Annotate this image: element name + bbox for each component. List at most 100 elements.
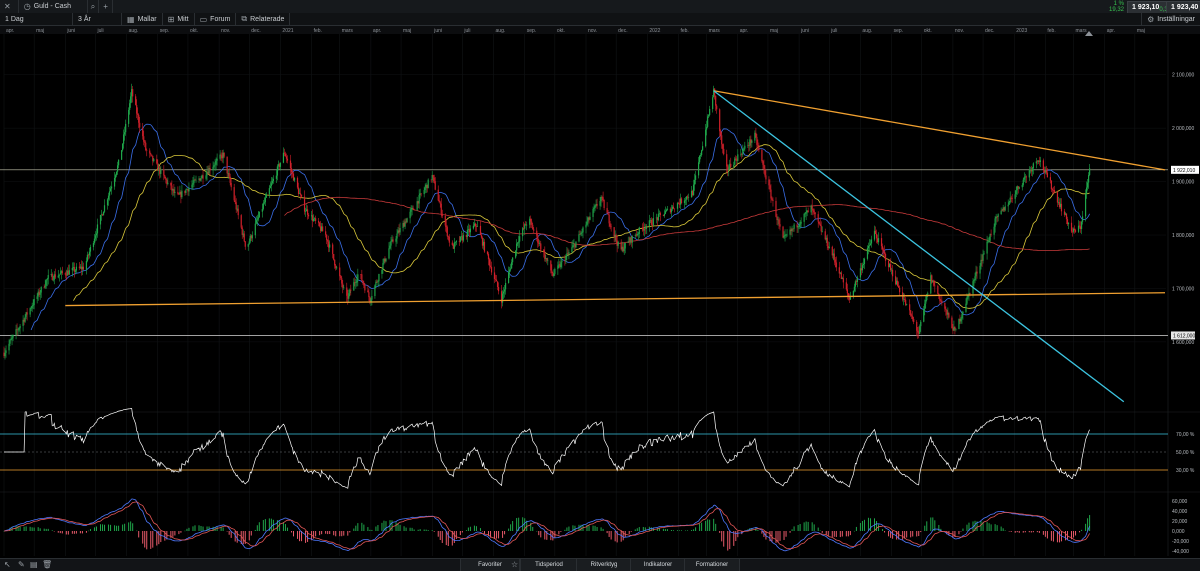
macd-histogram-bar — [222, 527, 224, 531]
candle-body — [209, 168, 211, 171]
macd-histogram-bar — [423, 529, 425, 531]
candle-body — [413, 209, 415, 211]
macd-histogram-bar — [676, 530, 678, 531]
candle-body — [466, 229, 468, 237]
candle-body — [341, 278, 343, 284]
symbol-selector[interactable]: ◷ Guld - Cash — [19, 0, 88, 13]
candle-body — [944, 303, 946, 309]
candle-body — [340, 276, 342, 279]
range-label: 3 År — [78, 15, 91, 23]
candle-body — [138, 114, 140, 123]
candle-body — [440, 203, 442, 214]
pen-icon[interactable]: ✎ — [18, 559, 25, 571]
trash-icon[interactable]: 🗑 — [42, 559, 52, 571]
candle-body — [934, 285, 936, 287]
settings-button[interactable]: ⚙ Inställningar — [1141, 13, 1200, 25]
macd-histogram-bar — [290, 531, 292, 533]
indicators-button[interactable]: Indikatorer — [630, 559, 686, 571]
candle-body — [40, 287, 42, 293]
candle-body — [448, 236, 450, 243]
candle-body — [1032, 163, 1034, 169]
macd-histogram-bar — [797, 525, 799, 531]
macd-histogram-bar — [544, 531, 546, 540]
interval-selector[interactable]: 1 Dag — [0, 13, 73, 25]
templates-button[interactable]: ▦ Mallar — [122, 13, 163, 25]
candle-body — [1021, 184, 1023, 188]
candle-body — [8, 343, 10, 351]
candle-body — [382, 263, 384, 270]
candle-body — [353, 282, 355, 291]
macd-histogram-bar — [606, 531, 608, 534]
macd-histogram-bar — [793, 526, 795, 531]
candle-body — [1074, 230, 1077, 232]
candle-body — [229, 176, 231, 183]
candle-body — [726, 154, 728, 167]
macd-histogram-bar — [1081, 529, 1083, 531]
candle-body — [327, 240, 329, 242]
candle-body — [798, 225, 800, 227]
candle-body — [438, 200, 440, 203]
macd-histogram-bar — [878, 524, 880, 531]
macd-histogram-bar — [785, 531, 787, 537]
candle-body — [976, 271, 978, 274]
cursor-icon[interactable]: ↖ — [4, 559, 11, 571]
candle-body — [123, 134, 125, 144]
range-selector[interactable]: 3 År — [73, 13, 122, 25]
candle-body — [537, 235, 539, 243]
macd-panel: 60,000 40,000 20,000 0,000 -20,000 -40,000 — [0, 491, 1200, 555]
star-icon[interactable]: ☆ — [511, 559, 518, 571]
macd-histogram-bar — [403, 526, 405, 531]
candle-body — [870, 239, 873, 244]
macd-histogram-bar — [343, 531, 345, 536]
macd-histogram-bar — [447, 531, 449, 546]
related-button[interactable]: ⧉ Relaterade — [236, 13, 291, 25]
macd-histogram-bar — [715, 523, 717, 531]
candle-body — [641, 227, 643, 228]
mine-button[interactable]: ⊞ Mitt — [163, 13, 195, 25]
macd-histogram-bar — [347, 531, 349, 536]
macd-histogram-bar — [813, 524, 815, 531]
candle-body — [346, 287, 348, 296]
candle-body — [195, 179, 197, 181]
macd-histogram-bar — [43, 528, 45, 531]
macd-histogram-bar — [664, 529, 666, 531]
macd-histogram-bar — [286, 527, 288, 531]
candle-body — [494, 279, 497, 280]
candle-body — [88, 251, 91, 256]
period-button[interactable]: Tidsperiod — [520, 559, 578, 571]
macd-histogram-bar — [1079, 531, 1081, 533]
macd-histogram-bar — [833, 531, 835, 537]
macd-histogram-bar — [483, 531, 485, 534]
macd-histogram-bar — [1004, 530, 1006, 531]
close-chart-button[interactable]: ✕ — [0, 0, 19, 13]
candle-body — [623, 248, 625, 252]
horizontal-levels[interactable] — [0, 169, 1168, 336]
search-button[interactable]: ⌕ — [88, 0, 100, 13]
price-chart[interactable]: apr. maj juni juli aug. sep. okt. nov. dec. 2021 f… — [0, 26, 1200, 558]
forum-button[interactable]: ▭ Forum — [195, 13, 237, 25]
candle-body — [744, 145, 746, 149]
macd-histogram-bar — [1010, 531, 1012, 532]
macd-histogram-bar — [775, 531, 777, 543]
macd-histogram-bar — [839, 531, 841, 538]
drawing-button[interactable]: Ritverktyg — [576, 559, 632, 571]
macd-histogram-bar — [264, 519, 266, 531]
candle-body — [986, 241, 988, 254]
macd-histogram-bar — [1044, 531, 1046, 537]
macd-histogram-bar — [817, 527, 819, 531]
fill-icon[interactable]: ▤ — [30, 559, 38, 571]
candle-body — [602, 197, 604, 201]
candle-body — [24, 316, 26, 322]
macd-histogram-bar — [178, 531, 180, 535]
macd-histogram-bar — [1075, 531, 1077, 536]
macd-histogram-bar — [441, 531, 443, 543]
candle-body — [786, 234, 788, 236]
candle-body — [406, 218, 408, 223]
patterns-button[interactable]: Formationer — [684, 559, 740, 571]
add-tab-button[interactable]: + — [99, 0, 113, 13]
candle-body — [39, 292, 41, 295]
candle-body — [987, 241, 989, 243]
candle-body — [75, 266, 77, 271]
candle-body — [107, 195, 110, 200]
candle-body — [213, 165, 215, 167]
